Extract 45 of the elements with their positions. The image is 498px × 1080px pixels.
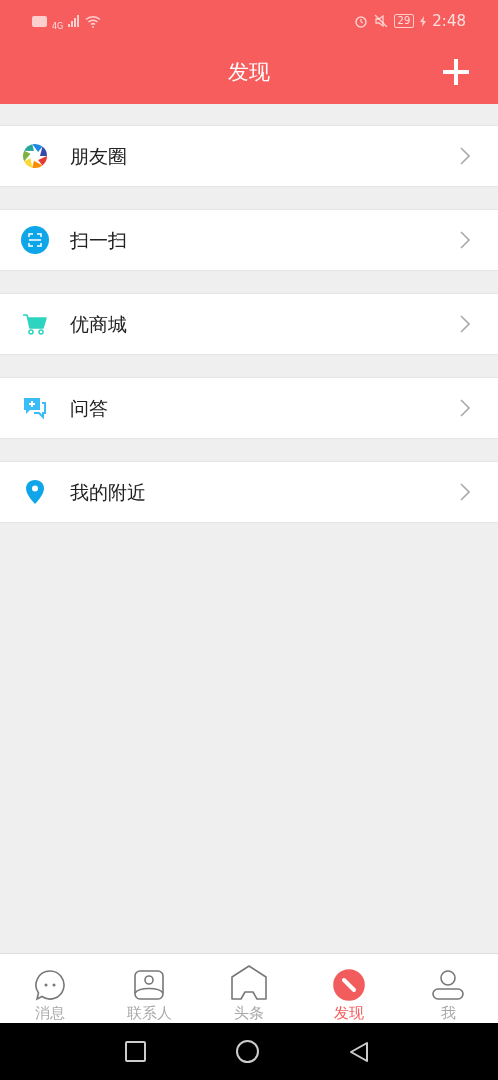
house-icon <box>230 965 268 1001</box>
tab-label: 我 <box>440 1004 456 1022</box>
charging-icon <box>420 15 427 27</box>
back-button[interactable] <box>349 1040 369 1063</box>
signal-icon <box>68 15 81 27</box>
tab-label: 联系人 <box>126 1004 172 1022</box>
status-time: 2:48 <box>432 10 466 32</box>
chat-icon <box>33 969 66 1001</box>
compass-icon <box>332 969 365 1001</box>
back-icon <box>349 1040 369 1063</box>
menu-item[interactable]: 优商城 <box>0 293 498 355</box>
menu-item-label: 问答 <box>70 395 109 421</box>
menu-item-label: 我的附近 <box>70 479 147 505</box>
cart-icon <box>22 311 48 337</box>
wifi-icon <box>85 14 102 28</box>
mute-icon <box>373 14 388 28</box>
add-button[interactable] <box>440 56 472 88</box>
recents-button[interactable] <box>125 1041 146 1062</box>
tab-label: 头条 <box>234 1004 264 1022</box>
home-button[interactable] <box>236 1040 259 1063</box>
menu-item[interactable]: 我的附近 <box>0 461 498 523</box>
battery-indicator: 29 <box>393 14 415 28</box>
menu-item-label: 扫一扫 <box>70 227 128 253</box>
tab-label: 发现 <box>333 1004 364 1022</box>
alarm-icon <box>353 14 368 28</box>
menu-item[interactable]: 朋友圈 <box>0 125 498 187</box>
chevron-right-icon <box>460 231 470 249</box>
scan-icon <box>21 226 49 254</box>
chevron-right-icon <box>460 147 470 165</box>
location-pin-icon <box>24 479 46 505</box>
chat-bubbles-icon <box>22 395 48 421</box>
network-label: 4G <box>52 21 64 33</box>
plus-icon <box>442 58 470 86</box>
menu-item[interactable]: 问答 <box>0 377 498 439</box>
tab-label: 消息 <box>34 1004 65 1022</box>
menu-item-label: 朋友圈 <box>70 143 128 169</box>
person-icon <box>431 969 466 1001</box>
chevron-right-icon <box>460 483 470 501</box>
contact-card-icon <box>133 969 166 1001</box>
menu-item[interactable]: 扫一扫 <box>0 209 498 271</box>
chevron-right-icon <box>460 399 470 417</box>
chevron-right-icon <box>460 315 470 333</box>
page-title: 发现 <box>228 59 270 87</box>
menu-item-label: 优商城 <box>70 311 128 337</box>
aperture-icon <box>22 143 48 169</box>
